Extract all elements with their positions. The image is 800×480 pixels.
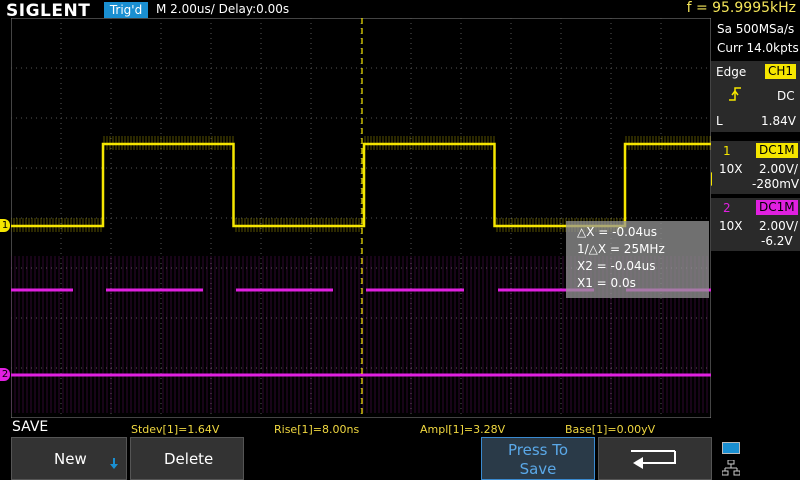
channel-1-scale: 2.00V/ bbox=[759, 162, 798, 176]
memory-depth: Curr 14.0kpts bbox=[717, 41, 799, 55]
channel-2-panel[interactable]: 2 DC1M 10X 2.00V/ -6.2V bbox=[711, 198, 800, 251]
trigger-level: 1.84V bbox=[761, 114, 796, 128]
channel-2-probe: 10X bbox=[719, 219, 743, 233]
channel-1-marker[interactable]: 1 bbox=[0, 219, 10, 232]
network-icon bbox=[722, 460, 740, 476]
sample-rate: Sa 500MSa/s bbox=[717, 22, 795, 36]
usb-storage-icon bbox=[722, 442, 740, 454]
channel-2-offset: -6.2V bbox=[761, 234, 793, 248]
channel-2-scale: 2.00V/ bbox=[759, 219, 798, 233]
channel-1-coupling-badge: DC1M bbox=[756, 143, 798, 158]
trigger-coupling: DC bbox=[777, 89, 795, 103]
channel-1-number: 1 bbox=[723, 144, 731, 158]
press-to-save-label-1: Press To bbox=[507, 441, 569, 459]
measurement-ampl: Ampl[1]=3.28V bbox=[420, 423, 506, 436]
press-to-save-label-2: Save bbox=[519, 460, 557, 478]
trigger-panel[interactable]: Edge CH1 DC L 1.84V bbox=[711, 61, 800, 132]
waveform-display[interactable] bbox=[11, 18, 711, 418]
return-button[interactable] bbox=[598, 437, 712, 480]
cursor-delta-x: △X = -0.04us bbox=[577, 225, 658, 239]
cursor-x1: X1 = 0.0s bbox=[577, 276, 636, 290]
trigger-type: Edge bbox=[716, 65, 747, 79]
trigger-level-label: L bbox=[716, 114, 723, 128]
rising-edge-icon bbox=[729, 87, 741, 101]
channel-1-offset: -280mV bbox=[752, 177, 800, 191]
cursor-inverse-delta-x: 1/△X = 25MHz bbox=[577, 242, 665, 256]
menu-title: SAVE bbox=[12, 419, 49, 435]
measurement-stdev: Stdev[1]=1.64V bbox=[131, 423, 220, 436]
trigger-source-badge: CH1 bbox=[765, 64, 797, 79]
cursor-readout: △X = -0.04us 1/△X = 25MHz X2 = -0.04us X… bbox=[566, 221, 709, 298]
channel-2-coupling-badge: DC1M bbox=[756, 200, 798, 215]
return-arrow-icon bbox=[631, 450, 676, 469]
measurement-base: Base[1]=0.00yV bbox=[565, 423, 656, 436]
trigger-status-badge: Trig'd bbox=[104, 2, 148, 18]
channel-2-number: 2 bbox=[723, 201, 731, 215]
arrow-down-icon bbox=[110, 458, 118, 469]
measurement-rise: Rise[1]=8.00ns bbox=[274, 423, 360, 436]
timebase-readout[interactable]: M 2.00us/ Delay:0.00s bbox=[156, 2, 289, 16]
new-label: New bbox=[54, 450, 87, 468]
frequency-counter: f = 95.9995kHz bbox=[686, 0, 796, 16]
cursor-x2: X2 = -0.04us bbox=[577, 259, 656, 273]
channel-1-panel[interactable]: 1 DC1M 10X 2.00V/ -280mV bbox=[711, 141, 800, 194]
channel-1-probe: 10X bbox=[719, 162, 743, 176]
channel-2-marker[interactable]: 2 bbox=[0, 368, 10, 381]
delete-button[interactable]: Delete bbox=[130, 437, 244, 480]
press-to-save-button[interactable]: Press To Save bbox=[481, 437, 595, 480]
delete-label: Delete bbox=[164, 450, 214, 468]
new-button[interactable]: New bbox=[11, 437, 127, 480]
